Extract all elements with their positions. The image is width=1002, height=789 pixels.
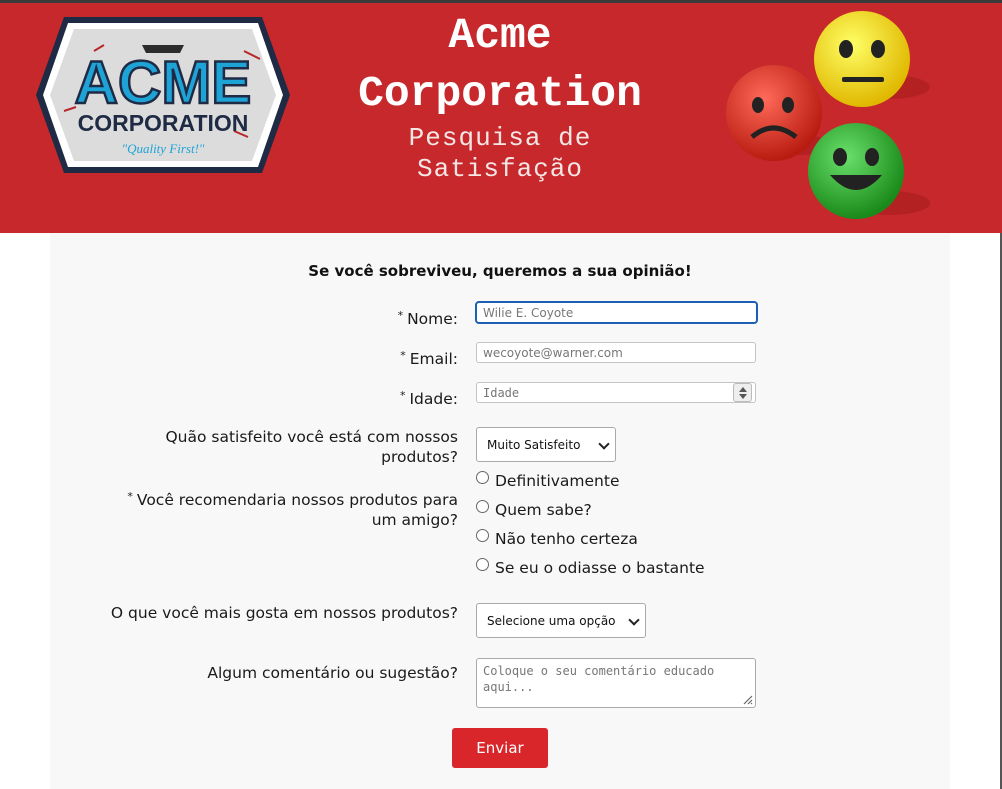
recommend-option-1[interactable]: Definitivamente — [476, 470, 620, 490]
resize-grip-icon[interactable] — [741, 693, 753, 705]
header-subtitle-line1: Pesquisa de — [408, 123, 592, 153]
stepper-up-icon[interactable] — [739, 387, 747, 392]
radio-button[interactable] — [476, 499, 489, 513]
header-subtitle-line2: Satisfação — [416, 154, 584, 184]
svg-text:"Quality First!": "Quality First!" — [122, 141, 205, 156]
required-mark: * — [397, 309, 404, 322]
page-header: ACME CORPORATION "Quality First!" Acme C… — [0, 3, 1002, 233]
recommend-option-2[interactable]: Quem sabe? — [476, 499, 592, 519]
email-input[interactable] — [476, 342, 756, 363]
likes-select-value: Selecione uma opção — [487, 613, 616, 628]
stepper-down-icon[interactable] — [739, 394, 747, 399]
recommend-option-3[interactable]: Não tenho certeza — [476, 528, 638, 548]
required-mark: * — [400, 349, 406, 362]
comments-label: Algum comentário ou sugestão? — [207, 664, 458, 682]
satisfaction-smileys-image — [718, 7, 938, 227]
likes-select[interactable]: Selecione uma opção — [476, 603, 646, 638]
neutral-face-icon — [814, 11, 930, 107]
header-title-line1: Acme — [448, 11, 552, 60]
form-heading: Se você sobreviveu, queremos a sua opini… — [308, 262, 692, 280]
radio-button[interactable] — [476, 470, 489, 484]
chevron-down-icon — [628, 614, 640, 626]
comments-textarea[interactable]: Coloque o seu comentário educado aqui... — [476, 658, 756, 708]
submit-button[interactable]: Enviar — [452, 728, 548, 768]
svg-text:CORPORATION: CORPORATION — [78, 110, 249, 136]
satisfaction-label: Quão satisfeito você está com nossos pro… — [165, 428, 458, 466]
svg-text:ACME: ACME — [75, 49, 252, 116]
satisfaction-select[interactable]: Muito Satisfeito — [476, 427, 616, 462]
name-input[interactable] — [475, 301, 758, 324]
chevron-down-icon — [598, 438, 610, 450]
age-stepper[interactable] — [733, 383, 752, 402]
likes-label: O que você mais gosta em nossos produtos… — [110, 604, 458, 622]
satisfaction-select-value: Muito Satisfeito — [487, 437, 581, 452]
acme-logo: ACME CORPORATION "Quality First!" — [34, 11, 292, 179]
happy-face-icon — [808, 123, 930, 219]
required-mark: * — [399, 389, 406, 402]
radio-button[interactable] — [476, 557, 489, 571]
header-title-line2: Corporation — [358, 69, 642, 118]
recommend-label: * Você recomendaria nossos produtos para … — [127, 490, 458, 529]
recommend-option-4[interactable]: Se eu o odiasse o bastante — [476, 557, 705, 577]
age-input[interactable] — [476, 382, 756, 403]
age-label: * Idade: — [399, 389, 458, 408]
radio-button[interactable] — [476, 528, 489, 542]
header-subtitle: Pesquisa de Satisfação — [330, 123, 670, 185]
name-label: * Nome: — [397, 309, 458, 328]
required-mark: * — [127, 490, 133, 503]
email-label: * Email: — [400, 349, 458, 368]
